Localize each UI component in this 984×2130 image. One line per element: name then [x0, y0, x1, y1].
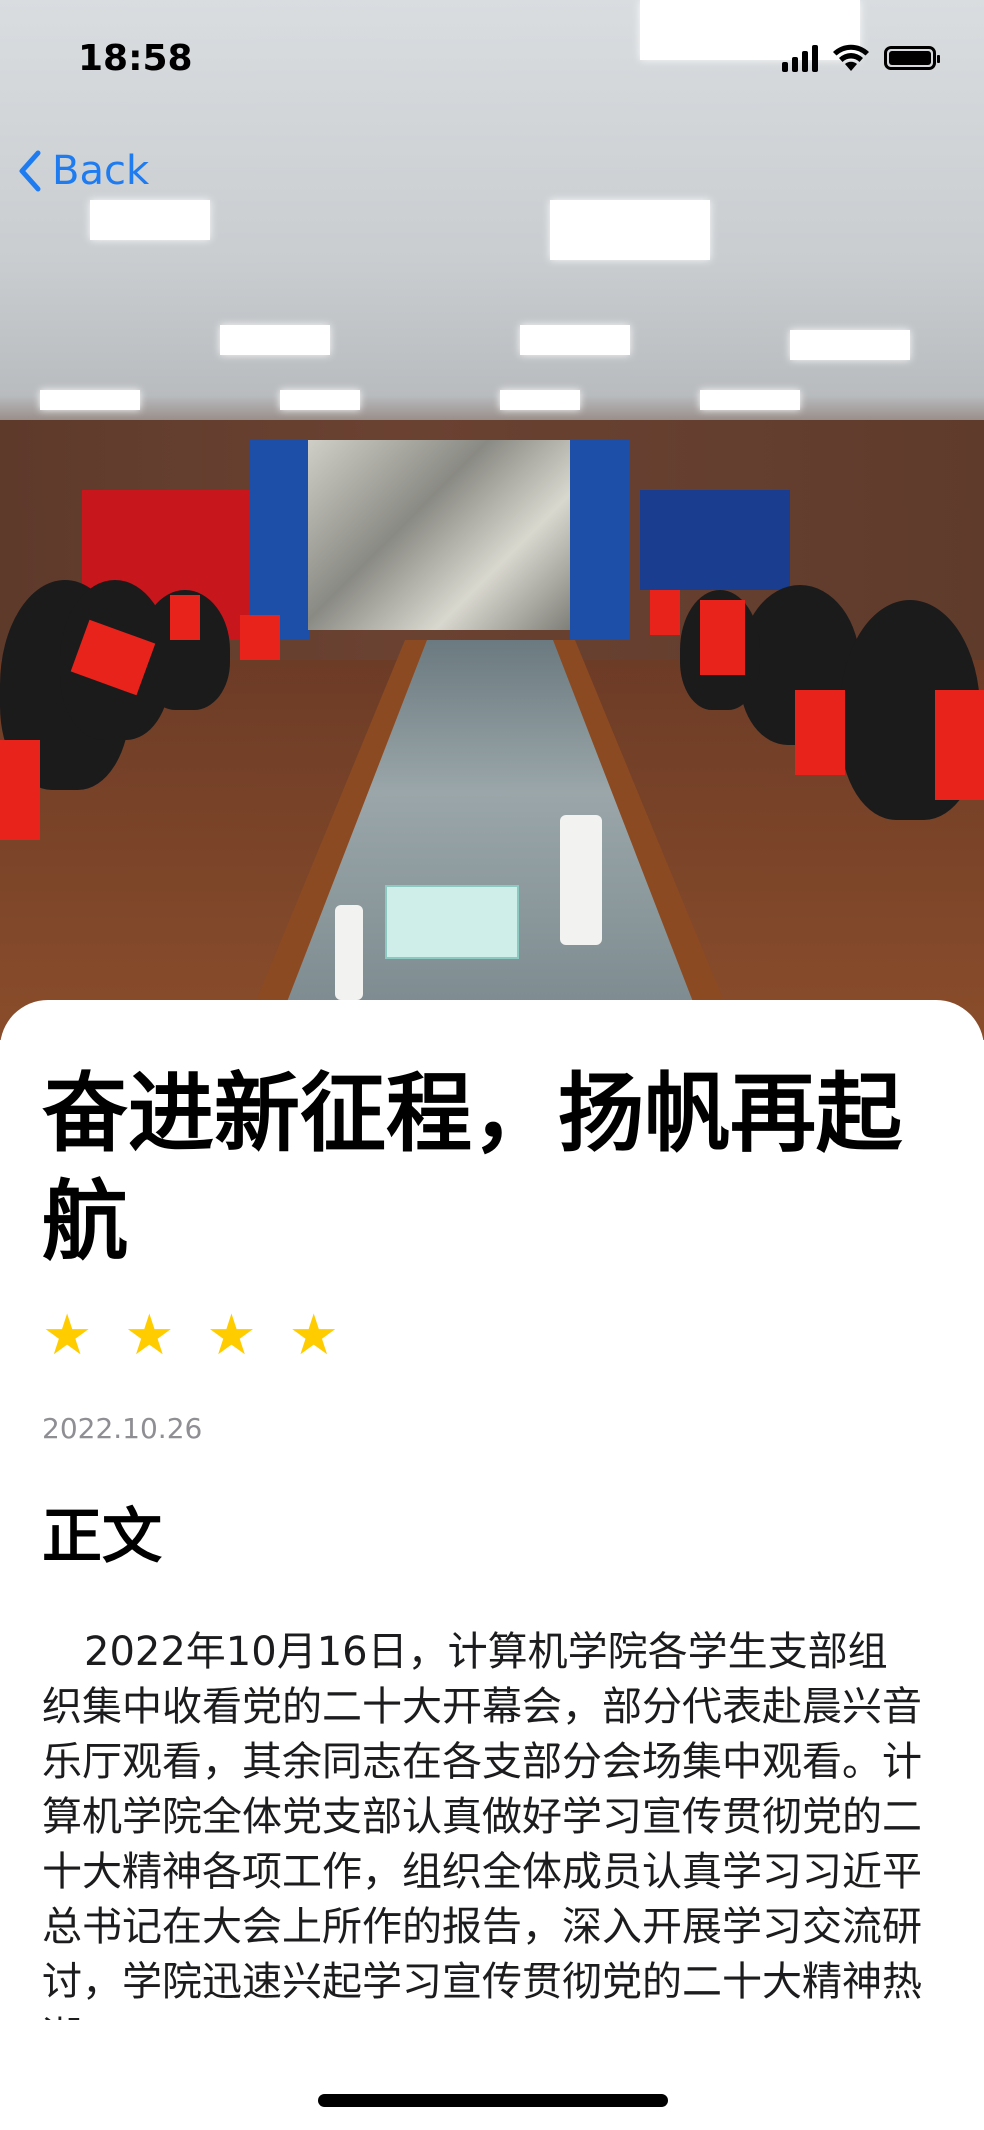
cellular-signal-icon	[782, 44, 818, 72]
back-label: Back	[52, 148, 150, 194]
battery-icon	[884, 46, 940, 70]
handheld-flag	[0, 740, 40, 840]
ceiling-light	[280, 390, 360, 410]
home-indicator[interactable]	[318, 2094, 668, 2107]
back-button[interactable]: Back	[18, 148, 149, 194]
section-heading: 正文	[42, 1502, 162, 1572]
article-date: 2022.10.26	[42, 1412, 203, 1445]
handheld-flag	[935, 690, 984, 800]
wall-panel	[250, 440, 310, 640]
article-body: 2022年10月16日，计算机学院各学生支部组织集中收看党的二十大开幕会，部分代…	[42, 1629, 922, 2020]
ceiling-light	[700, 390, 800, 410]
ceiling-light	[220, 325, 330, 355]
ceiling-light	[520, 325, 630, 355]
handheld-flag	[170, 595, 200, 640]
handheld-flag	[700, 600, 745, 675]
tissue-box	[385, 885, 519, 959]
sanitizer-bottle	[560, 815, 602, 945]
handheld-flag	[650, 590, 680, 635]
department-banner	[640, 490, 790, 590]
handheld-flag	[240, 615, 280, 660]
wall-panel	[570, 440, 630, 640]
chevron-left-icon	[19, 150, 41, 192]
projection-screen	[308, 440, 570, 630]
ceiling-light	[500, 390, 580, 410]
star-icon: ★	[288, 1303, 339, 1368]
star-icon: ★	[124, 1303, 175, 1368]
ceiling-light	[550, 200, 710, 260]
rating-stars: ★ ★ ★ ★	[42, 1308, 339, 1364]
star-icon: ★	[42, 1303, 93, 1368]
handheld-flag	[795, 690, 845, 775]
ceiling-light	[90, 200, 210, 240]
star-icon: ★	[206, 1303, 257, 1368]
wifi-icon	[833, 44, 869, 71]
ceiling-light	[40, 390, 140, 410]
ceiling-light	[790, 330, 910, 360]
status-time: 18:58	[78, 38, 193, 79]
sanitizer-bottle	[335, 905, 363, 1000]
article-title: 奋进新征程，扬帆再起航	[42, 1064, 902, 1272]
status-icons	[782, 44, 940, 72]
